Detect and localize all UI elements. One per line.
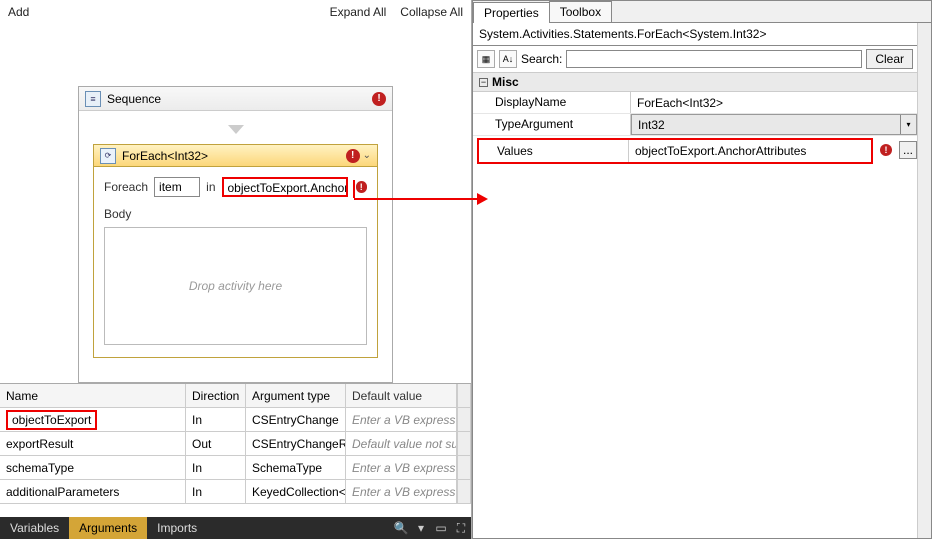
arg-name[interactable]: objectToExport xyxy=(6,410,97,430)
tab-variables[interactable]: Variables xyxy=(0,517,69,539)
flow-arrow-icon xyxy=(93,125,378,134)
arg-type[interactable]: CSEntryChange xyxy=(246,408,346,431)
arg-type[interactable]: SchemaType xyxy=(246,456,346,479)
prop-label: DisplayName xyxy=(473,92,631,113)
prop-label: TypeArgument xyxy=(473,114,631,135)
prop-displayname[interactable]: DisplayName ForEach<Int32> xyxy=(473,92,917,114)
table-row[interactable]: objectToExport In CSEntryChange Enter a … xyxy=(0,408,471,432)
categorize-icon[interactable]: ▦ xyxy=(477,50,495,68)
body-label: Body xyxy=(104,207,367,221)
arg-type[interactable]: KeyedCollection<S xyxy=(246,480,346,503)
table-row[interactable]: exportResult Out CSEntryChangeRes Defaul… xyxy=(0,432,471,456)
error-icon[interactable]: ! xyxy=(346,149,360,163)
scrollbar[interactable] xyxy=(457,480,471,503)
dropdown-value: Int32 xyxy=(638,118,665,132)
search-label: Search: xyxy=(521,52,562,66)
arg-name[interactable]: additionalParameters xyxy=(0,480,186,503)
right-tabs: Properties Toolbox xyxy=(473,1,931,23)
error-icon[interactable]: ! xyxy=(356,181,367,193)
bottom-tab-bar: Variables Arguments Imports 🔍 ▾ ▭ ⛶ xyxy=(0,517,471,539)
table-row[interactable]: schemaType In SchemaType Enter a VB expr… xyxy=(0,456,471,480)
designer-toolbar: Add Expand All Collapse All xyxy=(0,0,471,24)
col-type[interactable]: Argument type xyxy=(246,384,346,407)
arg-name[interactable]: schemaType xyxy=(0,456,186,479)
type-name: System.Activities.Statements.ForEach<Sys… xyxy=(473,23,917,46)
prop-typeargument[interactable]: TypeArgument Int32 ▾ xyxy=(473,114,917,136)
sequence-icon: ≡ xyxy=(85,91,101,107)
table-row[interactable]: additionalParameters In KeyedCollection<… xyxy=(0,480,471,504)
foreach-icon: ⟳ xyxy=(100,148,116,164)
add-link[interactable]: Add xyxy=(8,5,29,19)
arg-dir[interactable]: In xyxy=(186,408,246,431)
arg-default[interactable]: Default value not su xyxy=(346,432,457,455)
foreach-title: ForEach<Int32> xyxy=(122,149,208,163)
tab-toolbox[interactable]: Toolbox xyxy=(549,1,612,22)
overview-icon[interactable]: ▭ xyxy=(431,521,451,535)
expression-input[interactable]: objectToExport.Anchor xyxy=(222,177,348,197)
item-input[interactable]: item xyxy=(154,177,200,197)
collapse-all-link[interactable]: Collapse All xyxy=(400,5,463,19)
body-drop-target[interactable]: Drop activity here xyxy=(104,227,367,345)
col-direction[interactable]: Direction xyxy=(186,384,246,407)
arg-default[interactable]: Enter a VB express xyxy=(346,456,457,479)
tab-properties[interactable]: Properties xyxy=(473,2,550,23)
misc-category[interactable]: − Misc xyxy=(473,73,917,92)
col-default[interactable]: Default value xyxy=(346,384,457,407)
annotation-arrow xyxy=(354,198,486,200)
sequence-activity[interactable]: ≡ Sequence ! ⟳ ForEach<Int32> ! ⌄ xyxy=(78,86,393,383)
arguments-grid: Name Direction Argument type Default val… xyxy=(0,383,471,517)
search-icon[interactable]: 🔍 xyxy=(391,521,411,535)
arg-default[interactable]: Enter a VB express xyxy=(346,408,457,431)
chevron-down-icon[interactable]: ⌄ xyxy=(363,150,371,161)
expand-all-link[interactable]: Expand All xyxy=(330,5,387,19)
prop-value[interactable]: objectToExport.AnchorAttributes xyxy=(629,140,871,162)
collapse-icon[interactable]: − xyxy=(479,78,488,87)
foreach-activity[interactable]: ⟳ ForEach<Int32> ! ⌄ Foreach item in obj… xyxy=(93,144,378,358)
ellipsis-button[interactable]: ... xyxy=(899,141,917,159)
sort-az-icon[interactable]: A↓ xyxy=(499,50,517,68)
col-name[interactable]: Name xyxy=(0,384,186,407)
tab-imports[interactable]: Imports xyxy=(147,517,207,539)
search-input[interactable] xyxy=(566,50,862,68)
chevron-down-icon[interactable]: ▾ xyxy=(900,115,916,134)
arg-name[interactable]: exportResult xyxy=(0,432,186,455)
fit-icon[interactable]: ⛶ xyxy=(451,521,471,536)
arg-dir[interactable]: In xyxy=(186,480,246,503)
foreach-label: Foreach xyxy=(104,180,148,194)
arg-dir[interactable]: Out xyxy=(186,432,246,455)
scrollbar[interactable] xyxy=(457,456,471,479)
zoom-dropdown[interactable]: ▾ xyxy=(411,521,431,535)
prop-values[interactable]: Values objectToExport.AnchorAttributes xyxy=(477,138,873,164)
arg-type[interactable]: CSEntryChangeRes xyxy=(246,432,346,455)
prop-value[interactable]: ForEach<Int32> xyxy=(631,92,917,113)
misc-label: Misc xyxy=(492,75,519,89)
arg-dir[interactable]: In xyxy=(186,456,246,479)
tab-arguments[interactable]: Arguments xyxy=(69,517,147,539)
scrollbar[interactable] xyxy=(917,23,931,538)
scrollbar[interactable] xyxy=(457,408,471,431)
clear-button[interactable]: Clear xyxy=(866,49,913,69)
error-icon[interactable]: ! xyxy=(880,144,892,156)
sequence-title: Sequence xyxy=(107,92,161,106)
scrollbar[interactable] xyxy=(457,384,471,407)
scrollbar[interactable] xyxy=(457,432,471,455)
prop-label: Values xyxy=(479,140,629,162)
designer-canvas[interactable]: ≡ Sequence ! ⟳ ForEach<Int32> ! ⌄ xyxy=(0,24,471,383)
error-icon[interactable]: ! xyxy=(372,92,386,106)
in-label: in xyxy=(206,180,215,194)
prop-value-dropdown[interactable]: Int32 ▾ xyxy=(631,114,917,135)
arg-default[interactable]: Enter a VB express xyxy=(346,480,457,503)
